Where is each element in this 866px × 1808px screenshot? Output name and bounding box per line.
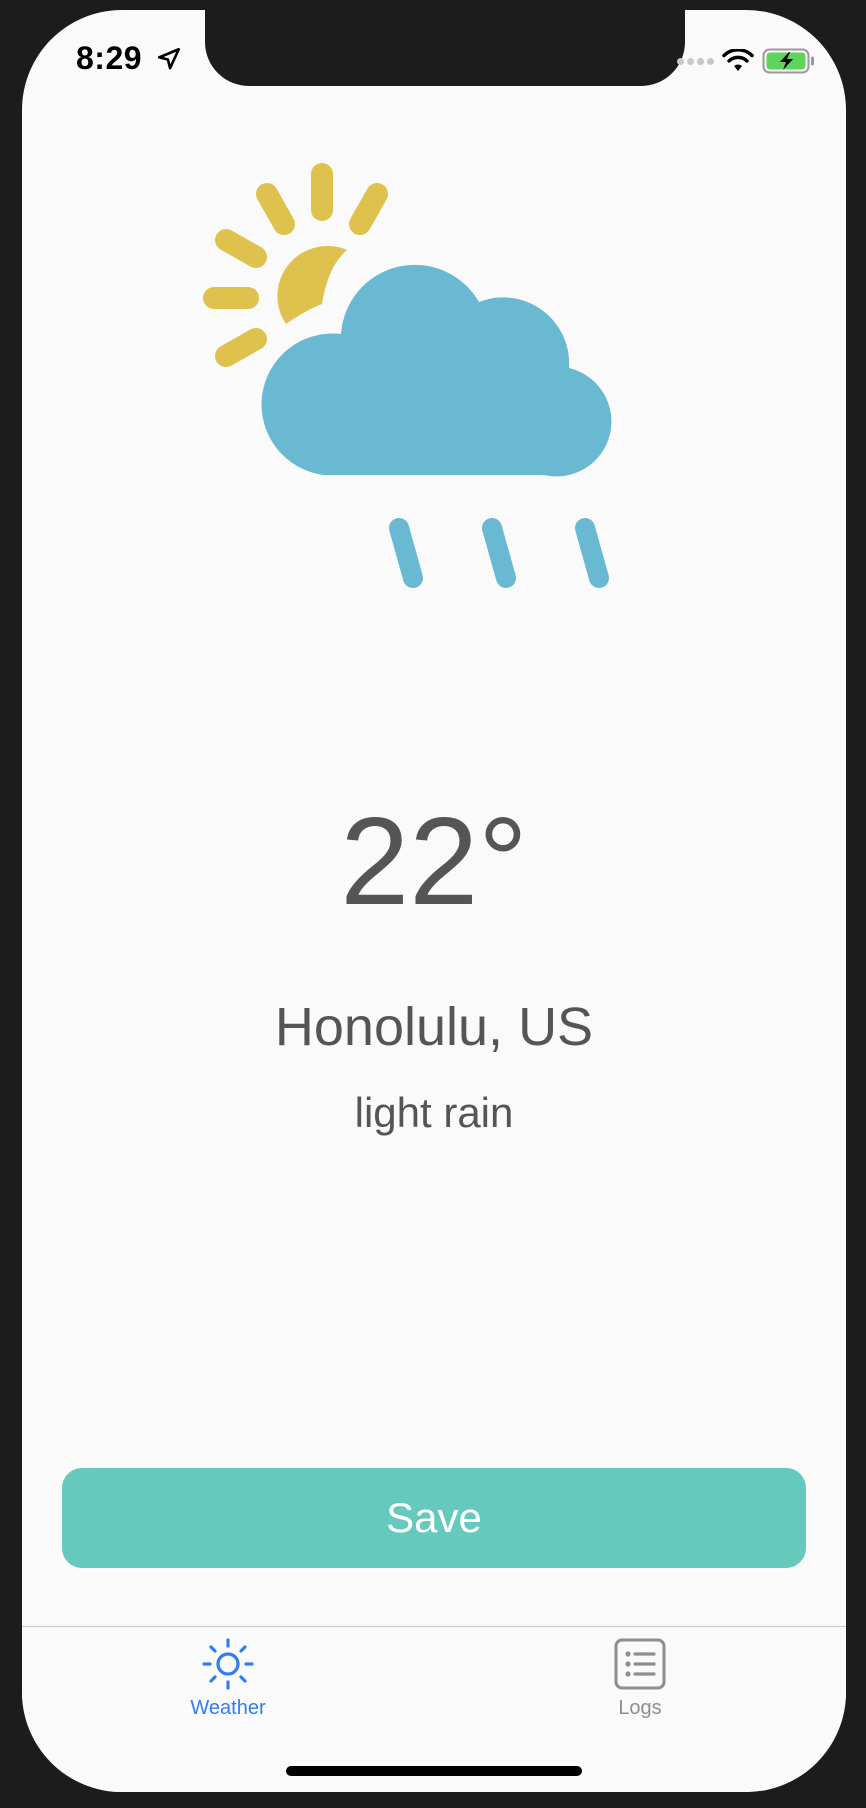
- wifi-icon: [722, 49, 754, 71]
- app-screen: 8:29 22° Honolulu, US light rain Save We…: [22, 10, 846, 1792]
- rain-drops-icon: [389, 518, 609, 588]
- status-indicators: [677, 46, 816, 76]
- location-arrow-icon: [157, 47, 181, 70]
- tab-weather[interactable]: Weather: [148, 1637, 308, 1737]
- status-time: 8:29: [76, 40, 143, 76]
- device-frame: 8:29 22° Honolulu, US light rain Save We…: [0, 0, 866, 1808]
- tab-weather-label: Weather: [190, 1697, 266, 1719]
- sun-icon: [202, 1638, 254, 1690]
- home-indicator[interactable]: [286, 1766, 582, 1776]
- list-icon: [614, 1638, 666, 1690]
- location-label: Honolulu, US: [274, 997, 594, 1057]
- notch: [205, 10, 685, 86]
- partly-cloudy-rain-icon: [203, 163, 617, 588]
- temperature-display: 22°: [340, 793, 528, 931]
- tab-logs-label: Logs: [618, 1697, 662, 1719]
- save-button[interactable]: Save: [62, 1468, 806, 1568]
- weather-description: light rain: [354, 1089, 514, 1136]
- signal-dots-icon: [677, 57, 714, 65]
- battery-charging-icon: [762, 48, 814, 74]
- tab-logs[interactable]: Logs: [560, 1637, 720, 1737]
